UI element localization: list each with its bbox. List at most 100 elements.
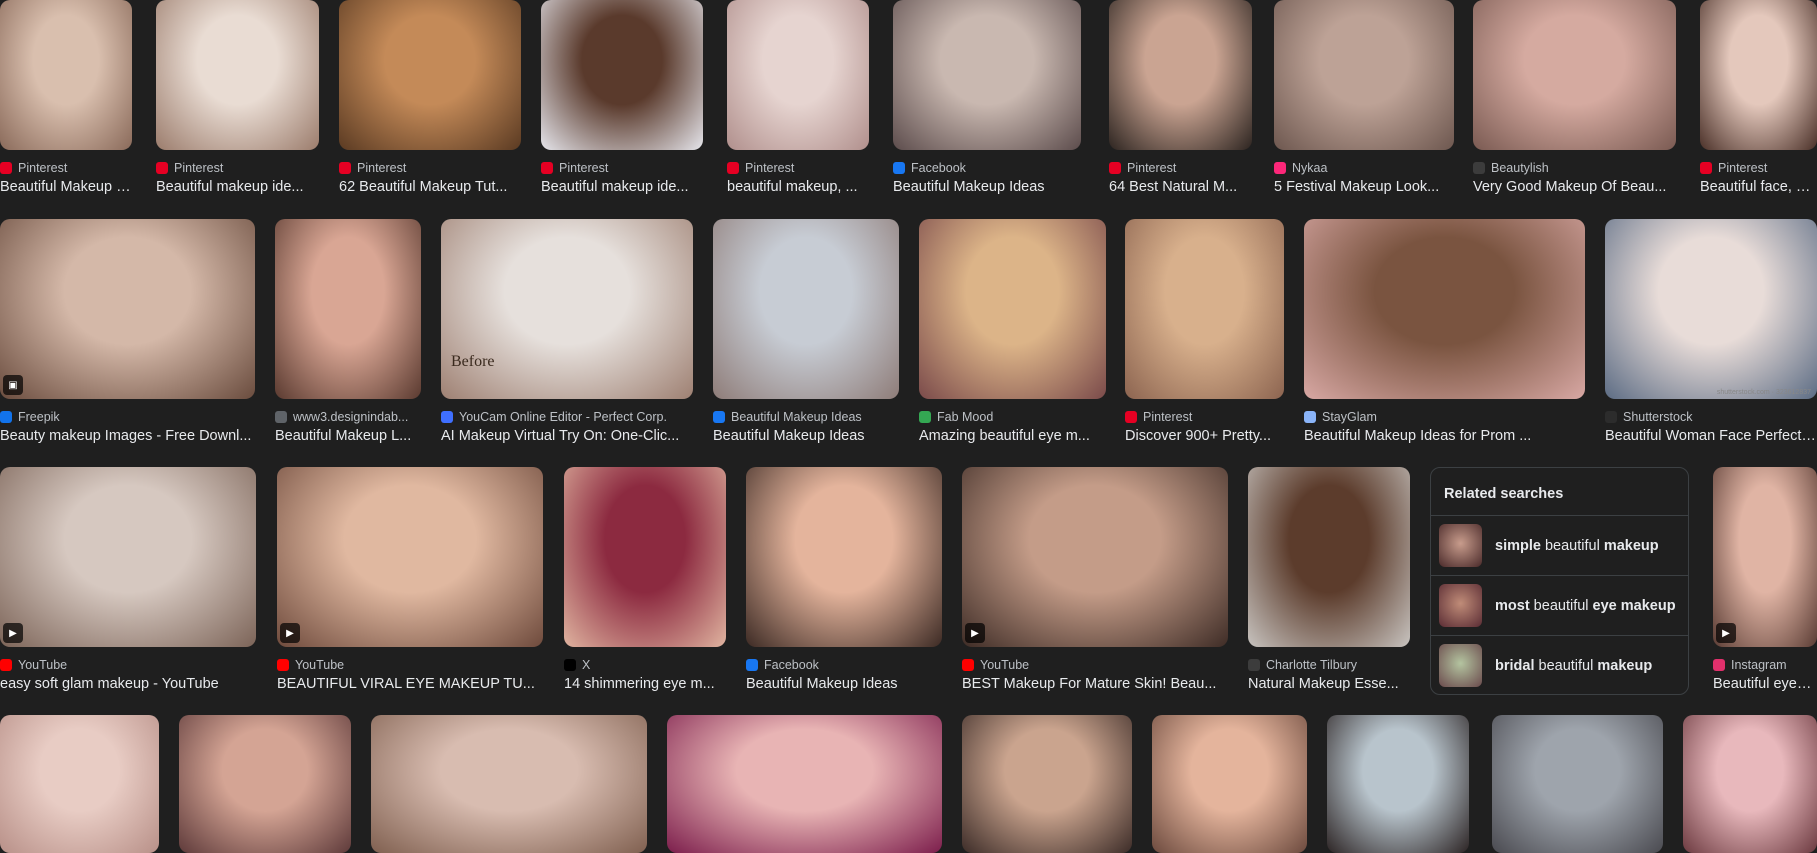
result-source[interactable]: Shutterstock: [1605, 409, 1692, 425]
image-thumbnail[interactable]: [1700, 0, 1817, 150]
source-name: Instagram: [1731, 658, 1787, 672]
result-source[interactable]: Pinterest: [1125, 409, 1192, 425]
result-title[interactable]: Beautiful eyes m: [1713, 675, 1817, 693]
related-searches-panel: Related searches simple beautiful makeup…: [1430, 467, 1689, 695]
pinterest-icon: [727, 162, 739, 174]
result-source[interactable]: YouTube: [0, 657, 67, 673]
image-thumbnail[interactable]: [893, 0, 1081, 150]
result-title[interactable]: Discover 900+ Pretty...: [1125, 427, 1284, 445]
source-name: Facebook: [911, 161, 966, 175]
result-source[interactable]: Facebook: [746, 657, 819, 673]
image-thumbnail[interactable]: [0, 467, 256, 647]
related-search-term: makeup: [1597, 657, 1653, 674]
image-thumbnail[interactable]: [1473, 0, 1676, 150]
image-thumbnail[interactable]: [1304, 219, 1585, 399]
x-icon: [564, 659, 576, 671]
result-title[interactable]: easy soft glam makeup - YouTube: [0, 675, 256, 693]
result-source[interactable]: Pinterest: [727, 160, 794, 176]
result-source[interactable]: Beautiful Makeup Ideas: [713, 409, 862, 425]
result-source[interactable]: Pinterest: [156, 160, 223, 176]
result-title[interactable]: BEST Makeup For Mature Skin! Beau...: [962, 675, 1228, 693]
source-name: Fab Mood: [937, 410, 994, 424]
result-title[interactable]: 64 Best Natural M...: [1109, 178, 1252, 196]
image-thumbnail[interactable]: [727, 0, 869, 150]
image-thumbnail[interactable]: [564, 467, 726, 647]
result-title[interactable]: Amazing beautiful eye m...: [919, 427, 1106, 445]
image-thumbnail[interactable]: [1125, 219, 1284, 399]
image-thumbnail[interactable]: [1274, 0, 1454, 150]
result-source[interactable]: Freepik: [0, 409, 60, 425]
result-source[interactable]: Beautylish: [1473, 160, 1549, 176]
result-title[interactable]: 5 Festival Makeup Look...: [1274, 178, 1454, 196]
image-thumbnail[interactable]: [962, 467, 1228, 647]
youtube-icon: [277, 659, 289, 671]
result-title[interactable]: Beautiful Makeup Ideas for Prom ...: [1304, 427, 1585, 445]
result-source[interactable]: Pinterest: [339, 160, 406, 176]
image-thumbnail[interactable]: [667, 715, 942, 853]
result-title[interactable]: Beautiful Makeup Ideas: [746, 675, 942, 693]
related-search-term: beautiful: [1534, 657, 1598, 674]
image-thumbnail[interactable]: [0, 219, 255, 399]
image-thumbnail[interactable]: [746, 467, 942, 647]
image-thumbnail[interactable]: [919, 219, 1106, 399]
result-title[interactable]: 14 shimmering eye m...: [564, 675, 726, 693]
result-title[interactable]: Beautiful Makeup I...: [0, 178, 132, 196]
shutterstock-icon: [1605, 411, 1617, 423]
result-source[interactable]: Pinterest: [0, 160, 67, 176]
result-source[interactable]: X: [564, 657, 590, 673]
result-title[interactable]: Very Good Makeup Of Beau...: [1473, 178, 1676, 196]
result-title[interactable]: 62 Beautiful Makeup Tut...: [339, 178, 521, 196]
result-title[interactable]: beautiful makeup, ...: [727, 178, 869, 196]
related-search-item[interactable]: most beautiful eye makeup: [1431, 576, 1688, 636]
image-thumbnail[interactable]: [1327, 715, 1469, 853]
result-source[interactable]: Charlotte Tilbury: [1248, 657, 1357, 673]
result-title[interactable]: Beautiful makeup ide...: [541, 178, 703, 196]
image-thumbnail[interactable]: [1713, 467, 1817, 647]
image-thumbnail[interactable]: [1152, 715, 1307, 853]
youcam-icon: [441, 411, 453, 423]
image-thumbnail[interactable]: [0, 0, 132, 150]
result-source[interactable]: www3.designindab...: [275, 409, 408, 425]
result-title[interactable]: Beautiful Makeup Ideas: [893, 178, 1081, 196]
result-title[interactable]: Natural Makeup Esse...: [1248, 675, 1410, 693]
related-search-item[interactable]: bridal beautiful makeup: [1431, 636, 1688, 694]
image-thumbnail[interactable]: [1109, 0, 1252, 150]
result-source[interactable]: StayGlam: [1304, 409, 1377, 425]
result-source[interactable]: Pinterest: [1700, 160, 1767, 176]
image-thumbnail[interactable]: [371, 715, 647, 853]
result-source[interactable]: YouTube: [962, 657, 1029, 673]
image-thumbnail[interactable]: [0, 715, 159, 853]
result-title[interactable]: Beautiful Makeup Ideas: [713, 427, 899, 445]
image-thumbnail[interactable]: [156, 0, 319, 150]
result-source[interactable]: Facebook: [893, 160, 966, 176]
image-thumbnail[interactable]: Before: [441, 219, 693, 399]
image-thumbnail[interactable]: [541, 0, 703, 150]
result-source[interactable]: YouCam Online Editor - Perfect Corp.: [441, 409, 667, 425]
related-search-item[interactable]: simple beautiful makeup: [1431, 516, 1688, 576]
image-thumbnail[interactable]: [713, 219, 899, 399]
result-title[interactable]: Beautiful face, Eye: [1700, 178, 1817, 196]
image-thumbnail[interactable]: [277, 467, 543, 647]
image-thumbnail[interactable]: [275, 219, 421, 399]
pinterest-icon: [0, 162, 12, 174]
result-source[interactable]: Nykaa: [1274, 160, 1327, 176]
image-thumbnail[interactable]: [1683, 715, 1817, 853]
result-source[interactable]: YouTube: [277, 657, 344, 673]
result-source[interactable]: Pinterest: [1109, 160, 1176, 176]
image-thumbnail[interactable]: [962, 715, 1132, 853]
result-title[interactable]: Beautiful Makeup L...: [275, 427, 421, 445]
image-thumbnail[interactable]: [339, 0, 521, 150]
result-title[interactable]: BEAUTIFUL VIRAL EYE MAKEUP TU...: [277, 675, 543, 693]
image-thumbnail[interactable]: [1492, 715, 1663, 853]
source-name: Nykaa: [1292, 161, 1328, 175]
result-source[interactable]: Instagram: [1713, 657, 1787, 673]
image-thumbnail[interactable]: [179, 715, 351, 853]
image-thumbnail[interactable]: [1248, 467, 1410, 647]
result-title[interactable]: Beauty makeup Images - Free Downl...: [0, 427, 255, 445]
result-source[interactable]: Fab Mood: [919, 409, 993, 425]
image-thumbnail[interactable]: shutterstock.com · 323612837: [1605, 219, 1817, 399]
result-title[interactable]: AI Makeup Virtual Try On: One-Clic...: [441, 427, 693, 445]
result-source[interactable]: Pinterest: [541, 160, 608, 176]
result-title[interactable]: Beautiful Woman Face Perfect M: [1605, 427, 1817, 445]
result-title[interactable]: Beautiful makeup ide...: [156, 178, 319, 196]
